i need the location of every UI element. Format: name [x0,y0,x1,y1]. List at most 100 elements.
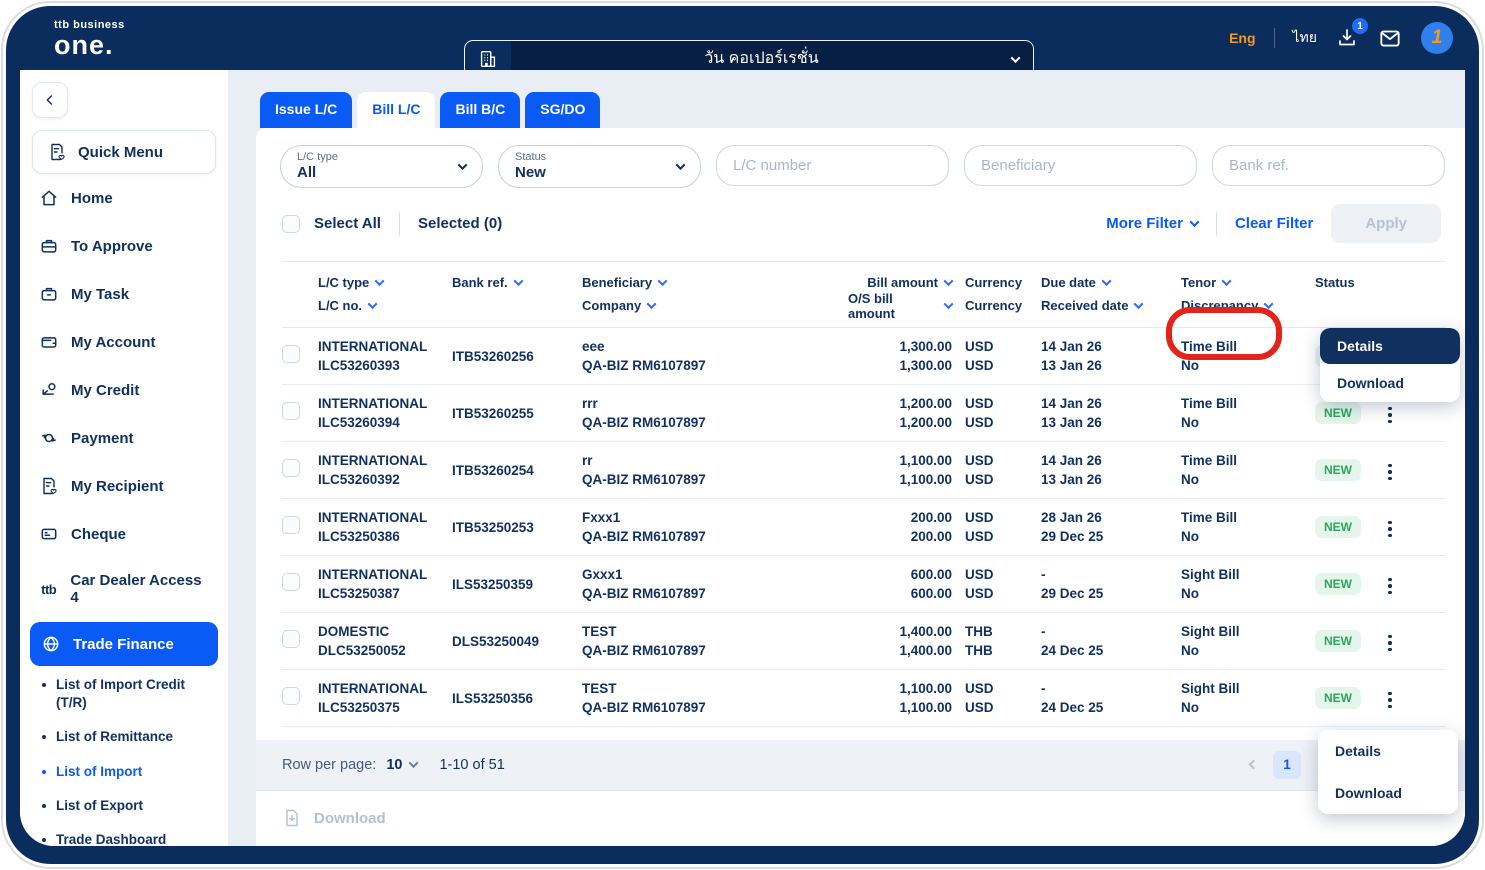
context-menu-details[interactable]: Details [1320,328,1460,364]
status-badge: NEW [1315,630,1361,652]
sidebar-item-to-approve[interactable]: To Approve [32,222,216,270]
col-tenor[interactable]: Tenor Discrepancy [1168,271,1302,317]
row-per-page-select[interactable]: 10 [386,757,402,773]
kebab-menu-icon[interactable] [1380,458,1400,486]
row-checkbox[interactable] [282,402,300,420]
app-window: ttb business one. วัน คอเปอร์เรชั่น Eng … [6,6,1479,864]
tab-bill-bc[interactable]: Bill B/C [440,92,520,128]
kebab-menu-icon[interactable] [1380,572,1400,600]
page-button[interactable]: 1 [1273,751,1301,779]
col-currency: Currency Currency [952,271,1028,317]
sidebar-item-my-recipient[interactable]: My Recipient [32,462,216,510]
table-row[interactable]: INTERNATIONALILC53250375 ILS53250356 TES… [282,670,1445,727]
sidebar-subitem-list-of-import[interactable]: List of Import [32,755,216,789]
select-all-checkbox[interactable] [282,215,300,233]
sidebar-item-home[interactable]: Home [32,174,216,222]
sort-icon[interactable] [375,276,385,286]
table-row[interactable]: INTERNATIONALILC53260393 ITB53260256 eee… [282,328,1445,385]
sort-icon[interactable] [1101,276,1111,286]
sidebar-subitem-list-of-import-credit[interactable]: List of Import Credit (T/R) [32,668,216,720]
sidebar-subitem-list-of-remittance[interactable]: List of Remittance [32,720,216,754]
lc-number-input[interactable] [716,145,949,186]
context-menu-details[interactable]: Details [1318,730,1458,772]
table-row[interactable]: INTERNATIONAL ITB53250234 testt 400.00 U… [282,727,1445,740]
download-badge: 1 [1352,18,1368,34]
bank-ref-input[interactable] [1212,145,1445,186]
context-menu-download[interactable]: Download [1320,364,1460,402]
tab-sg-do[interactable]: SG/DO [525,92,600,128]
col-bill-amount[interactable]: Bill amount O/S bill amount [848,271,952,317]
table-header: L/C type L/C no. Bank ref. Beneficiary C… [282,261,1445,328]
col-bank-ref[interactable]: Bank ref. [452,271,582,317]
sidebar-collapse-button[interactable] [32,82,68,118]
bullet-icon [42,770,46,774]
sort-icon[interactable] [513,276,523,286]
chevron-down-icon[interactable] [409,758,419,768]
col-lc-type[interactable]: L/C type L/C no. [318,271,452,317]
status-select[interactable]: Status New [498,145,701,188]
table-row[interactable]: INTERNATIONALILC53250387 ILS53250359 Gxx… [282,556,1445,613]
divider [399,212,400,236]
sidebar-item-my-account[interactable]: My Account [32,318,216,366]
sort-icon[interactable] [1264,299,1274,309]
document-heart-icon [38,476,60,496]
sort-icon[interactable] [658,276,668,286]
select-all-label[interactable]: Select All [314,215,381,232]
content-panel: L/C type All Status New [256,128,1465,846]
bullet-icon [42,838,46,842]
wallet-icon [38,332,60,352]
col-due-date[interactable]: Due date Received date [1028,271,1168,317]
kebab-menu-icon[interactable] [1380,629,1400,657]
credit-icon [38,380,60,400]
table-row[interactable]: INTERNATIONALILC53260394 ITB53260255 rrr… [282,385,1445,442]
table-row[interactable]: INTERNATIONALILC53260392 ITB53260254 rrQ… [282,442,1445,499]
sidebar-item-cheque[interactable]: Cheque [32,510,216,558]
row-context-menu: Details Download [1318,730,1458,814]
download-center-button[interactable]: 1 [1335,26,1359,50]
col-beneficiary[interactable]: Beneficiary Company [582,271,848,317]
action-row: Select All Selected (0) More Filter Clea… [256,188,1465,251]
row-checkbox[interactable] [282,573,300,591]
more-filter-button[interactable]: More Filter [1106,215,1198,232]
sidebar-item-my-task[interactable]: My Task [32,270,216,318]
sort-icon[interactable] [1134,299,1144,309]
document-heart-icon [46,142,68,162]
table-row[interactable]: INTERNATIONALILC53250386 ITB53250253 Fxx… [282,499,1445,556]
download-button[interactable]: Download [282,808,386,828]
tab-bill-lc[interactable]: Bill L/C [357,92,435,128]
table-row[interactable]: DOMESTICDLC53250052 DLS53250049 TESTQA-B… [282,613,1445,670]
kebab-menu-icon[interactable] [1380,686,1400,714]
sidebar-item-my-credit[interactable]: My Credit [32,366,216,414]
row-checkbox[interactable] [282,687,300,705]
row-checkbox[interactable] [282,345,300,363]
sidebar-item-car-dealer-access-4[interactable]: ttb Car Dealer Access 4 [32,558,216,620]
kebab-menu-icon[interactable] [1380,401,1400,429]
sort-icon[interactable] [647,299,657,309]
language-eng[interactable]: Eng [1229,30,1255,46]
beneficiary-input[interactable] [964,145,1197,186]
row-checkbox[interactable] [282,516,300,534]
tab-bar: Issue L/C Bill L/C Bill B/C SG/DO [260,92,1465,128]
sidebar-item-quick-menu[interactable]: Quick Menu [32,130,216,174]
sort-icon[interactable] [1222,276,1232,286]
prev-page-button[interactable] [1239,751,1267,779]
sort-icon[interactable] [368,299,378,309]
sidebar-item-payment[interactable]: Payment [32,414,216,462]
sidebar-item-trade-finance[interactable]: Trade Finance [30,622,218,666]
row-checkbox[interactable] [282,459,300,477]
apply-button[interactable]: Apply [1331,204,1441,243]
tab-issue-lc[interactable]: Issue L/C [260,92,352,128]
divider [1274,28,1275,48]
avatar[interactable]: 1 [1421,22,1453,54]
context-menu-download[interactable]: Download [1318,772,1458,814]
bottom-action-bar: Download [256,790,1465,846]
row-checkbox[interactable] [282,630,300,648]
sidebar-subitem-list-of-export[interactable]: List of Export [32,789,216,823]
selected-count: Selected (0) [418,215,502,232]
lc-type-select[interactable]: L/C type All [280,145,483,188]
sidebar-subitem-trade-dashboard[interactable]: Trade Dashboard [32,823,216,846]
clear-filter-button[interactable]: Clear Filter [1235,215,1313,232]
language-thai[interactable]: ไทย [1293,27,1317,49]
kebab-menu-icon[interactable] [1380,515,1400,543]
mail-icon[interactable] [1377,25,1403,51]
